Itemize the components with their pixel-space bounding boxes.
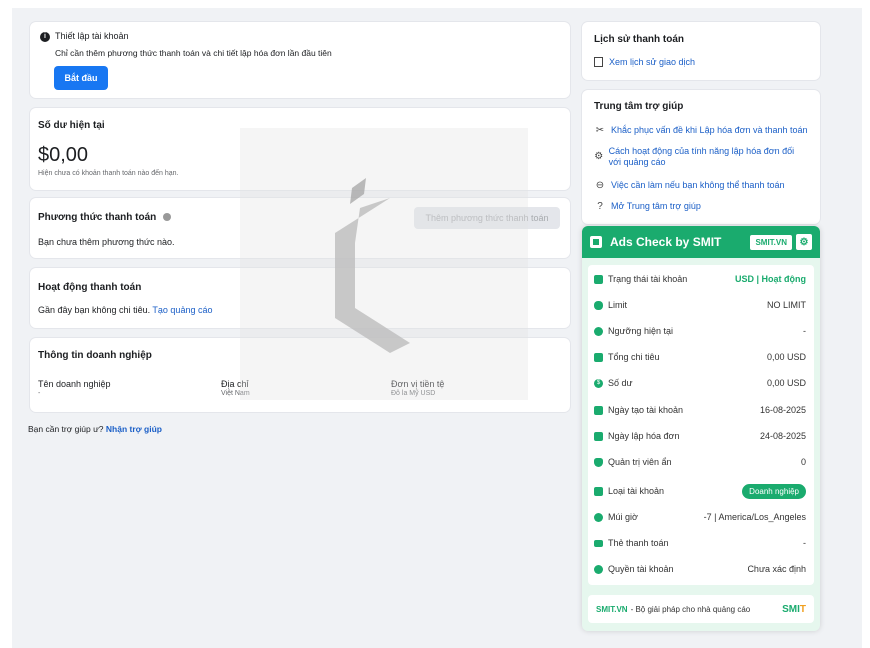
smit-ads-check-panel: Ads Check by SMIT SMIT.VN ⚙ Trạng thái t… xyxy=(582,226,820,631)
balance-note: Hiện chưa có khoản thanh toán nào đến hạ… xyxy=(38,170,179,177)
help-item-cannot-pay[interactable]: ⊖ Việc cần làm nếu bạn không thể thanh t… xyxy=(594,180,785,191)
smit-footer[interactable]: SMIT.VN - Bộ giải pháp cho nhà quảng cáo… xyxy=(588,595,814,623)
business-info-card: Thông tin doanh nghiệp Tên doanh nghiệp … xyxy=(30,338,570,412)
setup-desc: Chỉ cần thêm phương thức thanh toán và c… xyxy=(55,48,332,58)
balance-amount: $0,00 xyxy=(38,144,89,166)
view-history-link[interactable]: Xem lịch sử giao dịch xyxy=(609,57,695,67)
currency-label: Đơn vị tiền tệ xyxy=(391,379,445,389)
shield-icon xyxy=(594,457,603,467)
smit-info-list: Trạng thái tài khoản USD | Hoạt động Lim… xyxy=(588,265,814,585)
smit-header: Ads Check by SMIT SMIT.VN ⚙ xyxy=(582,226,820,258)
activity-desc-line: Gần đây bạn không chi tiêu. Tạo quảng cá… xyxy=(38,305,212,315)
receipt-icon xyxy=(594,57,603,67)
start-button[interactable]: Bắt đầu xyxy=(54,66,108,90)
limit-icon xyxy=(594,300,603,310)
payment-method-desc: Bạn chưa thêm phương thức nào. xyxy=(38,237,175,247)
business-name-label: Tên doanh nghiệp xyxy=(38,379,111,389)
row-created-date: Ngày tạo tài khoản 16-08-2025 xyxy=(594,403,806,417)
setup-title: Thiết lập tài khoản xyxy=(55,31,129,41)
gear-icon: ⚙ xyxy=(594,151,604,162)
info-icon: i xyxy=(40,31,50,42)
dollar-icon: $ xyxy=(594,378,603,388)
address-label: Địa chỉ xyxy=(221,379,249,389)
payment-activity-card: Hoạt động thanh toán Gần đây bạn không c… xyxy=(30,268,570,328)
gauge-icon xyxy=(594,326,603,336)
payment-method-card: Phương thức thanh toán Bạn chưa thêm phư… xyxy=(30,198,570,258)
row-hidden-admins: Quản trị viên ẩn 0 xyxy=(594,455,806,469)
settings-gear-icon[interactable]: ⚙ xyxy=(796,234,812,250)
row-timezone: Múi giờ -7 | America/Los_Angeles xyxy=(594,510,806,524)
row-account-permission: Quyền tài khoản Chưa xác định xyxy=(594,562,806,576)
help-item-open-help-center[interactable]: ? Mở Trung tâm trợ giúp xyxy=(594,201,701,212)
history-title: Lịch sử thanh toán xyxy=(594,34,685,45)
row-payment-card: Thẻ thanh toán - xyxy=(594,536,806,550)
account-type-badge: Doanh nghiệp xyxy=(742,483,806,499)
credit-card-icon xyxy=(594,539,603,547)
balance-title: Số dư hiện tại xyxy=(38,120,105,131)
tools-icon: ✂ xyxy=(595,125,605,136)
create-ad-link[interactable]: Tạo quảng cáo xyxy=(152,305,212,315)
address-value: Việt Nam xyxy=(221,390,250,397)
row-limit: Limit NO LIMIT xyxy=(594,298,806,312)
activity-desc: Gần đây bạn không chi tiêu. xyxy=(38,305,151,315)
smit-title: Ads Check by SMIT xyxy=(610,235,722,249)
smit-footer-brand: SMIT.VN xyxy=(596,604,628,614)
business-title: Thông tin doanh nghiệp xyxy=(38,350,152,361)
payment-method-title: Phương thức thanh toán xyxy=(38,212,172,223)
help-footer: Bạn cần trợ giúp ư? Nhận trợ giúp xyxy=(28,424,162,434)
smit-footer-logo: SMIT xyxy=(782,603,806,615)
add-payment-method-button[interactable]: Thêm phương thức thanh toán xyxy=(414,207,560,229)
calendar-check-icon xyxy=(594,431,603,441)
currency-value: Đô la Mỹ USD xyxy=(391,390,436,397)
help-center-title: Trung tâm trợ giúp xyxy=(594,101,684,112)
info-icon xyxy=(163,213,172,222)
balance-card: Số dư hiện tại $0,00 Hiện chưa có khoản … xyxy=(30,108,570,190)
users-icon xyxy=(594,564,603,574)
question-icon: ? xyxy=(597,201,603,212)
setup-card: i Thiết lập tài khoản Chỉ cần thêm phương… xyxy=(30,22,570,98)
help-item-how-billing-works[interactable]: ⚙ Cách hoạt động của tính năng lập hóa đ… xyxy=(594,146,804,168)
row-account-status: Trạng thái tài khoản USD | Hoạt động xyxy=(594,272,806,286)
clock-icon xyxy=(594,512,603,522)
smit-logo-icon xyxy=(590,236,602,248)
activity-title: Hoạt động thanh toán xyxy=(38,282,142,293)
row-billing-date: Ngày lập hóa đơn 24-08-2025 xyxy=(594,429,806,443)
status-icon xyxy=(594,274,603,284)
calendar-icon xyxy=(594,405,603,415)
get-help-link[interactable]: Nhận trợ giúp xyxy=(106,424,162,434)
row-total-spend: Tổng chi tiêu 0,00 USD xyxy=(594,350,806,364)
minus-circle-icon: ⊖ xyxy=(595,180,605,191)
briefcase-icon xyxy=(594,486,603,496)
help-center-card: Trung tâm trợ giúp ✂ Khắc phục vấn đề kh… xyxy=(582,90,820,224)
help-footer-text: Bạn cần trợ giúp ư? xyxy=(28,424,104,434)
wallet-icon xyxy=(594,352,603,362)
row-balance: $ Số dư 0,00 USD xyxy=(594,376,806,390)
smit-site-button[interactable]: SMIT.VN xyxy=(750,234,792,250)
history-link-row[interactable]: Xem lịch sử giao dịch xyxy=(594,57,695,67)
row-threshold: Ngưỡng hiện tại - xyxy=(594,324,806,338)
help-item-troubleshoot[interactable]: ✂ Khắc phục vấn đề khi Lập hóa đơn và th… xyxy=(594,125,808,136)
payment-history-card: Lịch sử thanh toán Xem lịch sử giao dịch xyxy=(582,22,820,80)
smit-footer-text: - Bộ giải pháp cho nhà quảng cáo xyxy=(630,604,751,614)
row-account-type: Loại tài khoản Doanh nghiệp xyxy=(594,482,806,500)
business-name-value: - xyxy=(38,390,41,397)
